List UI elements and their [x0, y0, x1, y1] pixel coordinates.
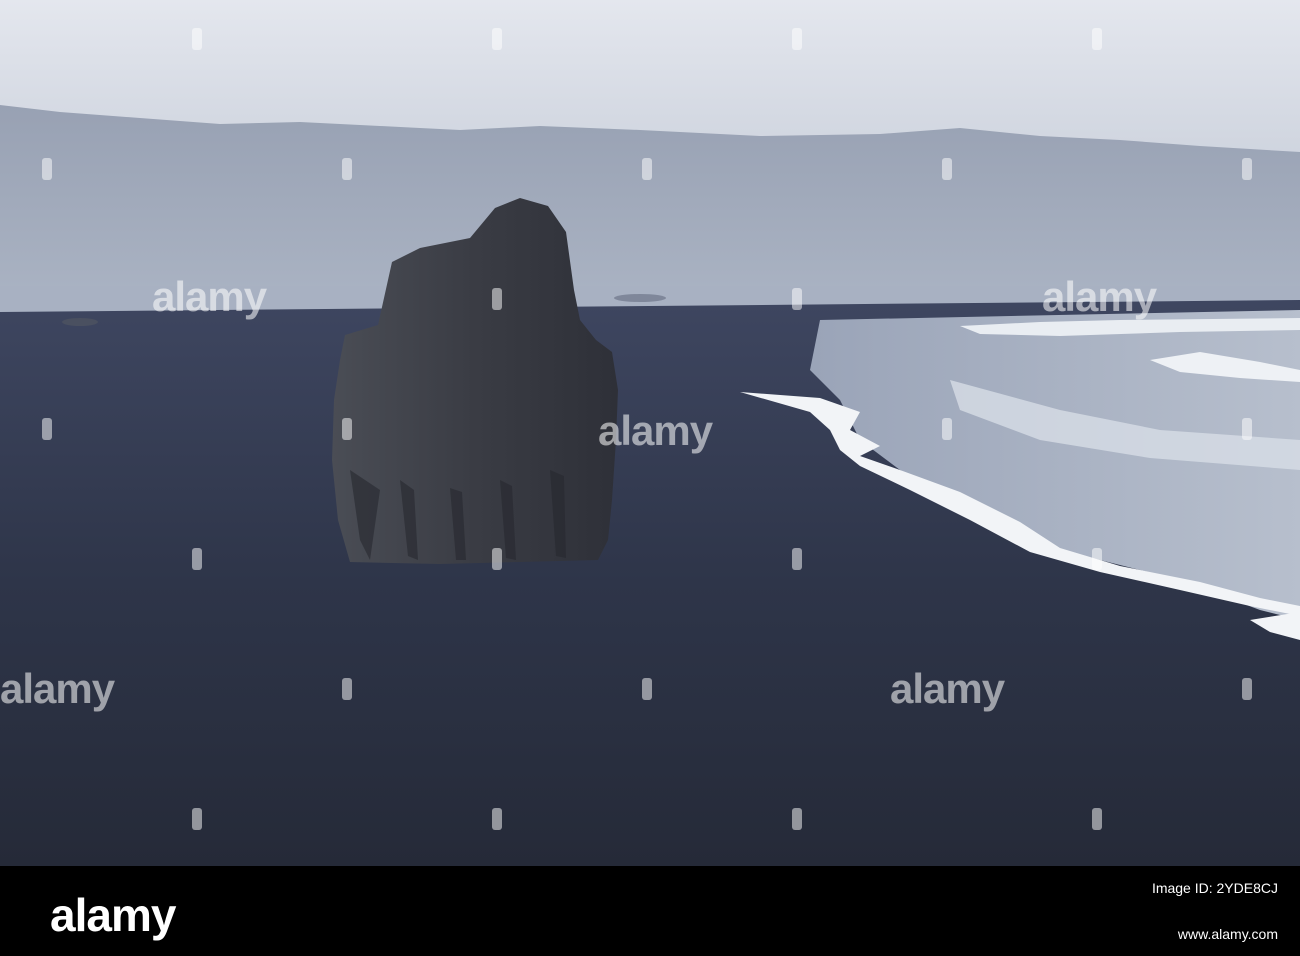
watermark-dot — [42, 158, 52, 180]
watermark-dot — [1242, 158, 1252, 180]
footer-url[interactable]: www.alamy.com — [1178, 926, 1278, 942]
watermark-dot — [1092, 548, 1102, 570]
beach-photo: alamy alamy alamy alamy alamy — [0, 0, 1300, 866]
watermark-dot — [192, 548, 202, 570]
watermark-dot — [492, 548, 502, 570]
watermark-dot — [342, 418, 352, 440]
watermark-dot — [492, 28, 502, 50]
watermark-dot — [492, 808, 502, 830]
watermark-text: alamy — [890, 665, 1005, 712]
watermark-dot — [42, 418, 52, 440]
watermark-dot — [192, 28, 202, 50]
footer-bar: alamy Image ID: 2YDE8CJ www.alamy.com — [0, 866, 1300, 956]
watermark-dot — [1242, 418, 1252, 440]
image-id-label: Image ID: 2YDE8CJ — [1151, 880, 1278, 896]
watermark-dot — [492, 288, 502, 310]
watermark-dot — [792, 28, 802, 50]
watermark-dot — [342, 158, 352, 180]
watermark-dot — [1242, 678, 1252, 700]
watermark-dot — [792, 548, 802, 570]
watermark-dot — [642, 678, 652, 700]
watermark-dot — [942, 418, 952, 440]
watermark-text: alamy — [0, 665, 115, 712]
watermark-dot — [1092, 28, 1102, 50]
watermark-dot — [192, 808, 202, 830]
watermark-text: alamy — [598, 407, 713, 454]
watermark-dot — [642, 158, 652, 180]
watermark-dot — [1092, 808, 1102, 830]
footer-logo: alamy — [50, 889, 176, 941]
distant-rock — [62, 318, 98, 326]
watermark-dot — [792, 288, 802, 310]
watermark-dot — [792, 808, 802, 830]
watermark-dot — [342, 678, 352, 700]
distant-islet — [614, 294, 666, 302]
watermark-dot — [942, 158, 952, 180]
watermark-text: alamy — [1042, 273, 1157, 320]
watermark-text: alamy — [152, 273, 267, 320]
